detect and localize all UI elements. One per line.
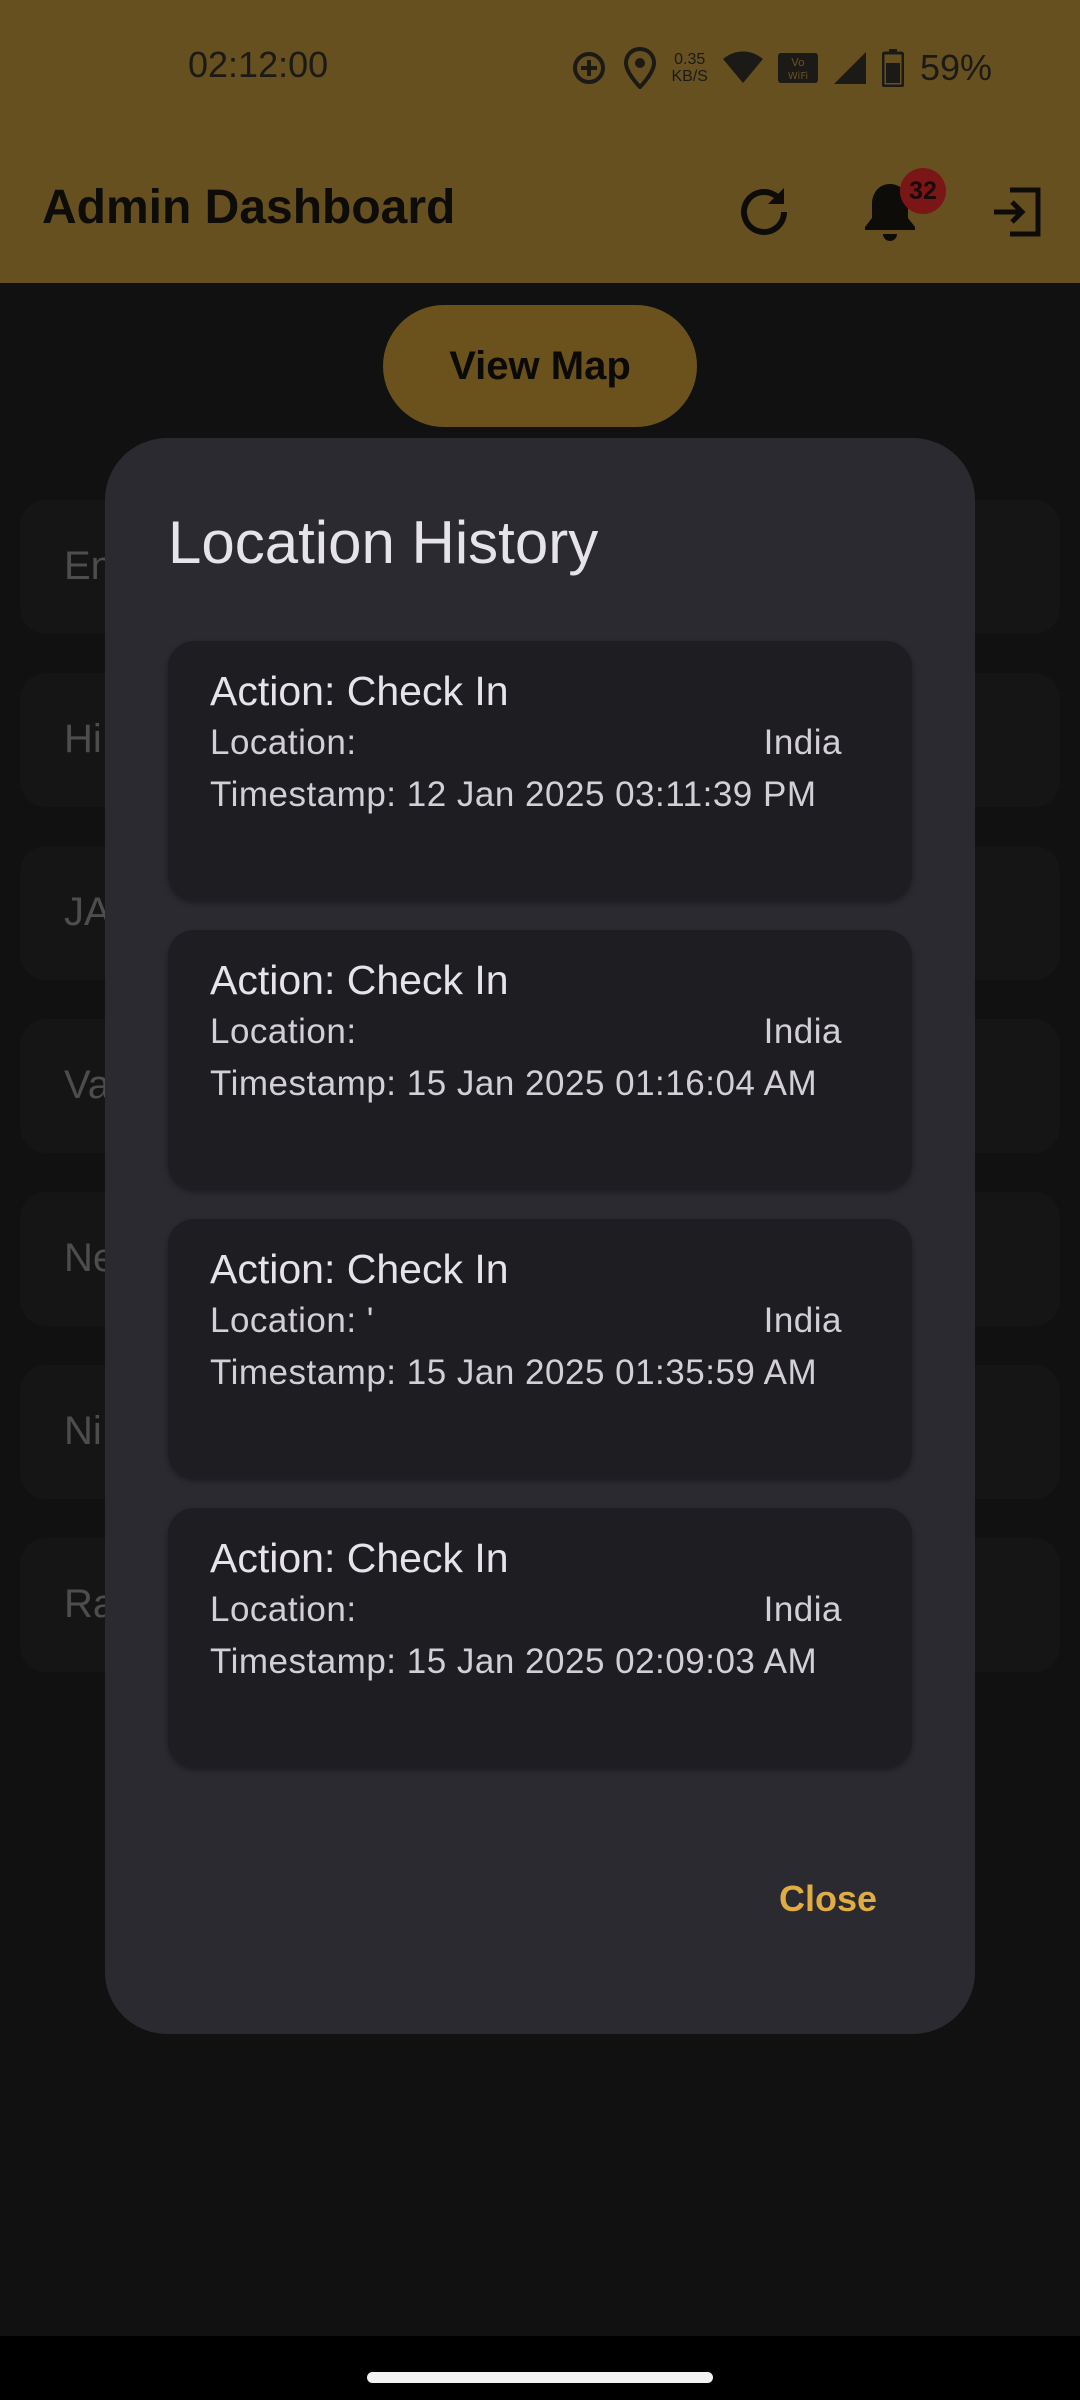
system-nav-bar: [0, 2336, 1080, 2400]
location-label: Location:: [210, 723, 357, 762]
entry-location: Location: India: [210, 1006, 870, 1058]
entry-action: Action: Check In: [210, 1535, 509, 1581]
history-entry: Action: Check In Location: ' India Times…: [168, 1219, 912, 1478]
entry-timestamp: Timestamp: 15 Jan 2025 01:35:59 AM: [210, 1353, 818, 1392]
location-value: India: [763, 723, 842, 762]
employee-name: Ni: [64, 1409, 102, 1453]
location-label: Location: ': [210, 1301, 374, 1340]
location-value: India: [763, 1590, 842, 1629]
location-label: Location:: [210, 1012, 357, 1051]
history-entry: Action: Check In Location: India Timesta…: [168, 1508, 912, 1767]
employee-name: Hi: [64, 717, 102, 761]
view-map-button[interactable]: View Map: [383, 305, 697, 427]
entry-location: Location: ' India: [210, 1295, 870, 1347]
close-button[interactable]: Close: [779, 1878, 877, 1920]
history-entry: Action: Check In Location: India Timesta…: [168, 641, 912, 900]
history-list: Action: Check In Location: India Timesta…: [168, 641, 912, 1797]
location-history-dialog: Location History Action: Check In Locati…: [105, 438, 975, 2034]
entry-location: Location: India: [210, 717, 870, 769]
location-label: Location:: [210, 1590, 357, 1629]
employee-name: Va: [64, 1063, 110, 1107]
employee-name: JA: [64, 890, 111, 934]
entry-action: Action: Check In: [210, 1246, 509, 1292]
history-entry: Action: Check In Location: India Timesta…: [168, 930, 912, 1189]
location-value: India: [763, 1301, 842, 1340]
dialog-title: Location History: [168, 509, 599, 576]
entry-action: Action: Check In: [210, 957, 509, 1003]
entry-timestamp: Timestamp: 12 Jan 2025 03:11:39 PM: [210, 775, 817, 814]
entry-action: Action: Check In: [210, 668, 509, 714]
entry-timestamp: Timestamp: 15 Jan 2025 01:16:04 AM: [210, 1064, 818, 1103]
entry-location: Location: India: [210, 1584, 870, 1636]
location-value: India: [763, 1012, 842, 1051]
home-gesture-handle[interactable]: [367, 2372, 713, 2383]
entry-timestamp: Timestamp: 15 Jan 2025 02:09:03 AM: [210, 1642, 818, 1681]
